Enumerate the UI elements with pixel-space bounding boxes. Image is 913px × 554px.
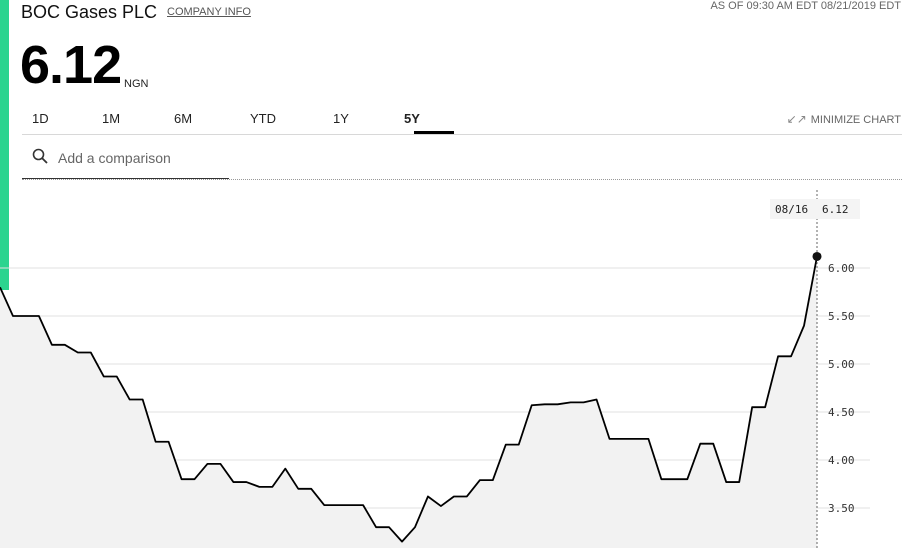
tooltip-date: 08/16 xyxy=(775,203,808,216)
y-tick-label: 5.00 xyxy=(828,358,855,371)
y-axis-labels: 6.00 5.50 5.00 4.50 4.00 3.50 xyxy=(828,262,855,515)
tooltip-value: 6.12 xyxy=(822,203,849,216)
y-tick-label: 5.50 xyxy=(828,310,855,323)
y-tick-label: 4.00 xyxy=(828,454,855,467)
y-tick-label: 6.00 xyxy=(828,262,855,275)
y-tick-label: 3.50 xyxy=(828,502,855,515)
y-tick-label: 4.50 xyxy=(828,406,855,419)
price-area xyxy=(0,256,817,548)
last-price-marker xyxy=(812,251,822,261)
price-chart: 6.00 5.50 5.00 4.50 4.00 3.50 08/16 6.12 xyxy=(0,190,870,548)
